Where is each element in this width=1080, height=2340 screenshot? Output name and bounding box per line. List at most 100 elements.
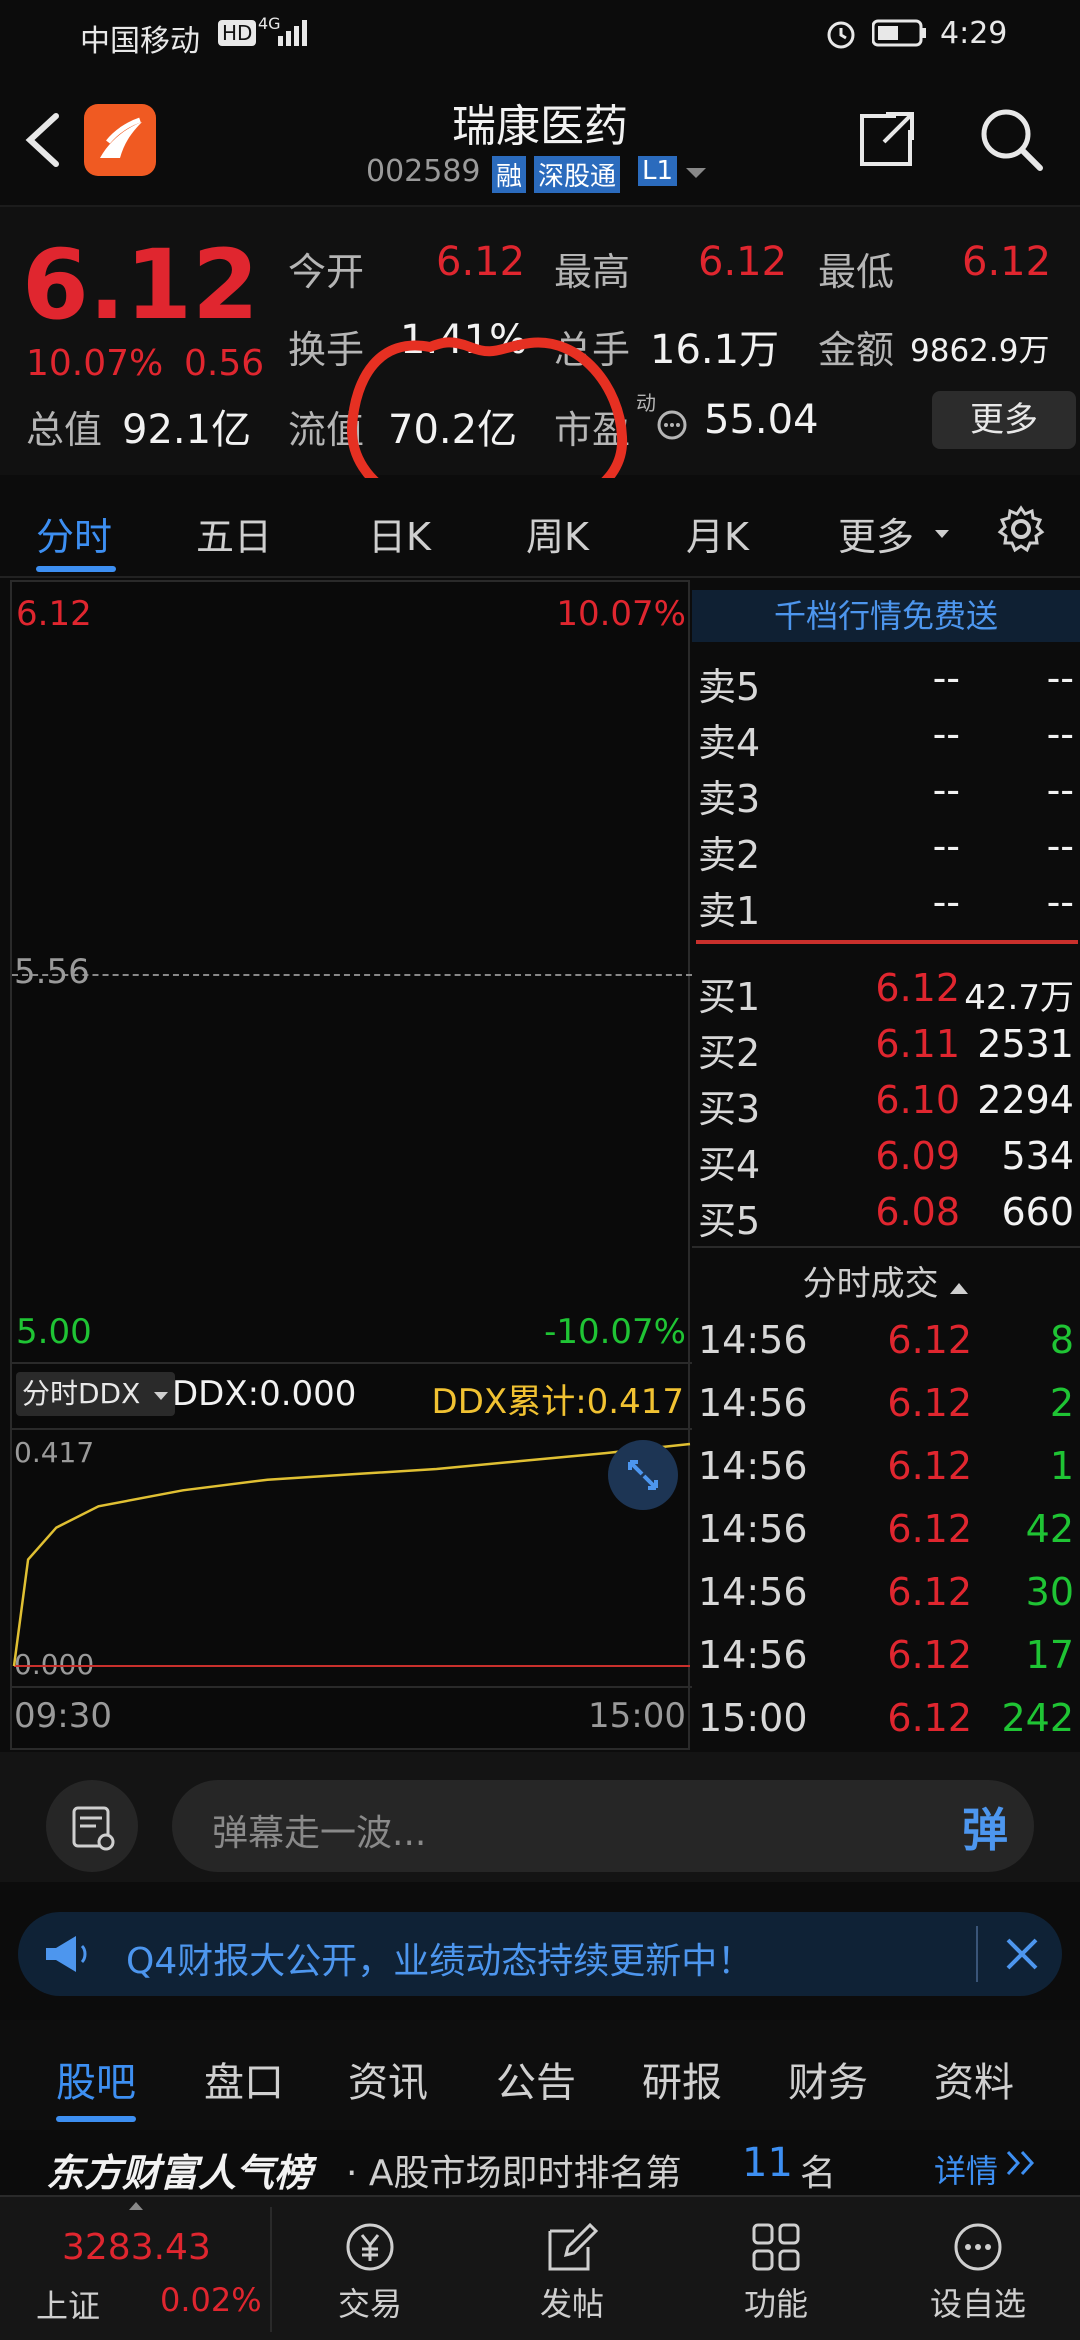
bid-row: 买1 6.12 42.7万: [692, 958, 1080, 1019]
ask-row: 卖2 -- --: [692, 816, 1080, 877]
prev-close-line: [12, 974, 692, 976]
status-bar: 中国移动 HD 4G 4:29: [0, 0, 1080, 70]
index-value: 3283.43: [62, 2227, 211, 2268]
settings-gear-icon[interactable]: [996, 504, 1046, 558]
tab-market-depth[interactable]: 盘口: [204, 2050, 284, 2108]
tab-financials[interactable]: 财务: [788, 2050, 868, 2108]
low-value: 6.12: [962, 239, 1052, 285]
ask-row: 卖1 -- --: [692, 872, 1080, 933]
stock-code: 002589: [366, 154, 481, 189]
trade-row: 14:56 6.12 8: [692, 1310, 1080, 1372]
bid-label: 买2: [698, 1031, 761, 1075]
popularity-ranking[interactable]: 东方财富人气榜 · A股市场即时排名第 11 名 详情: [0, 2132, 1080, 2196]
bottom-nav: 3283.43 上证 0.02% 交易 发帖 功能 设自选: [0, 2195, 1080, 2340]
tab-announcements[interactable]: 公告: [496, 2050, 576, 2108]
trades-title[interactable]: 分时成交: [692, 1256, 1080, 1305]
ask-label: 卖3: [698, 777, 761, 821]
trade-volume: 42: [1025, 1507, 1074, 1551]
chart-bottom-pct: -10.07%: [544, 1312, 686, 1352]
ask-volume: --: [1046, 768, 1074, 812]
high-value: 6.12: [698, 239, 788, 285]
ranking-detail-link[interactable]: 详情: [934, 2146, 998, 2192]
caret-up-icon: [950, 1283, 969, 1294]
caret-up-small-icon: [129, 2202, 143, 2210]
tab-daily-k[interactable]: 日K: [368, 506, 431, 561]
tab-news[interactable]: 资讯: [348, 2050, 428, 2108]
chevron-down-icon[interactable]: [684, 166, 708, 186]
bid-volume: 42.7万: [964, 978, 1074, 1018]
open-label: 今开: [288, 250, 365, 294]
bid-volume: 660: [1001, 1190, 1074, 1234]
trade-volume: 17: [1025, 1633, 1074, 1677]
battery-icon: [871, 18, 928, 56]
trade-price: 6.12: [887, 1696, 972, 1740]
banner-text: Q4财报大公开，业绩动态持续更新中！: [126, 1941, 754, 1982]
caret-down-icon: [934, 526, 950, 545]
announcement-banner[interactable]: Q4财报大公开，业绩动态持续更新中！: [18, 1912, 1062, 1996]
tab-more[interactable]: 更多: [838, 506, 914, 561]
tab-five-day[interactable]: 五日: [196, 506, 272, 561]
index-pct: 0.02%: [160, 2281, 262, 2319]
ask-price: --: [932, 768, 960, 812]
active-content-tab-indicator: [56, 2116, 136, 2122]
chart-tabs: 分时 五日 日K 周K 月K 更多: [0, 478, 1080, 578]
tab-forum[interactable]: 股吧: [56, 2050, 136, 2108]
intraday-chart[interactable]: 6.12 10.07% 5.56 5.00 -10.07% 分时DDX DDX:…: [10, 580, 692, 1750]
nav-trade-label: 交易: [337, 2285, 402, 2323]
trades-title-text: 分时成交: [802, 1264, 939, 1304]
danmaku-settings-button[interactable]: [46, 1780, 138, 1872]
trade-price: 6.12: [887, 1381, 972, 1425]
ddx-selector[interactable]: 分时DDX: [16, 1372, 176, 1416]
danmaku-input[interactable]: 弹幕走一波... 弹: [172, 1780, 1034, 1872]
tab-monthly-k[interactable]: 月K: [686, 506, 749, 561]
ask-volume: --: [1046, 824, 1074, 868]
carrier-name: 中国移动: [80, 24, 200, 59]
ddx-selector-label: 分时DDX: [22, 1377, 141, 1410]
danmaku-send-button[interactable]: 弹: [962, 1794, 1008, 1860]
open-value: 6.12: [436, 239, 526, 285]
trade-volume: 8: [1049, 1318, 1074, 1362]
danmaku-settings-icon: [72, 1806, 115, 1851]
bid-volume: 2531: [977, 1022, 1074, 1066]
trade-row: 14:56 6.12 42: [692, 1499, 1080, 1561]
tab-research[interactable]: 研报: [642, 2050, 722, 2108]
quote-panel: 6.12 10.07% 0.56 今开 6.12 最高 6.12 最低 6.12…: [0, 205, 1080, 567]
close-icon[interactable]: [1004, 1936, 1040, 1976]
last-price: 6.12: [22, 229, 259, 341]
trade-volume: 2: [1049, 1381, 1074, 1425]
nav-add-watchlist[interactable]: 设自选: [918, 2217, 1038, 2325]
tab-profile[interactable]: 资料: [934, 2050, 1014, 2108]
trade-volume: 30: [1025, 1570, 1074, 1614]
order-book: 千档行情免费送 卖5 -- -- 卖4 -- -- 卖3 -- -- 卖2 -- -- 卖1 --…: [692, 580, 1080, 1750]
ask-price: --: [932, 824, 960, 868]
trade-row: 15:00 6.12 242: [692, 1688, 1080, 1750]
nav-post[interactable]: 发帖: [512, 2217, 632, 2325]
stock-name: 瑞康医药: [452, 101, 628, 152]
promo-banner[interactable]: 千档行情免费送: [692, 590, 1080, 642]
bid-label: 买1: [698, 975, 761, 1019]
trade-row: 14:56 6.12 1: [692, 1436, 1080, 1498]
search-icon[interactable]: [978, 106, 1044, 176]
tab-intraday[interactable]: 分时: [36, 506, 112, 561]
bid-row: 买3 6.10 2294: [692, 1070, 1080, 1131]
stock-header: 瑞康医药 002589 融 深股通 L1: [0, 70, 1080, 210]
mktcap-label: 总值: [26, 408, 103, 452]
ask-label: 卖4: [698, 721, 761, 765]
nav-functions[interactable]: 功能: [716, 2217, 836, 2325]
index-ticker[interactable]: 3283.43 上证 0.02%: [0, 2197, 270, 2340]
nav-trade[interactable]: 交易: [310, 2217, 430, 2325]
bid-label: 买3: [698, 1087, 761, 1131]
chart-top-pct: 10.07%: [556, 594, 686, 634]
more-button[interactable]: 更多: [932, 391, 1076, 449]
trade-price: 6.12: [887, 1507, 972, 1551]
bid-price: 6.09: [875, 1134, 960, 1178]
share-icon[interactable]: [856, 108, 918, 174]
bid-price: 6.11: [875, 1022, 960, 1066]
trade-price: 6.12: [887, 1633, 972, 1677]
trade-time: 14:56: [698, 1507, 808, 1551]
more-dots-icon: [918, 2217, 1038, 2279]
ranking-title: 东方财富人气榜: [46, 2151, 313, 2195]
expand-button[interactable]: [608, 1440, 678, 1510]
tab-weekly-k[interactable]: 周K: [526, 506, 589, 561]
info-icon[interactable]: [656, 409, 688, 445]
